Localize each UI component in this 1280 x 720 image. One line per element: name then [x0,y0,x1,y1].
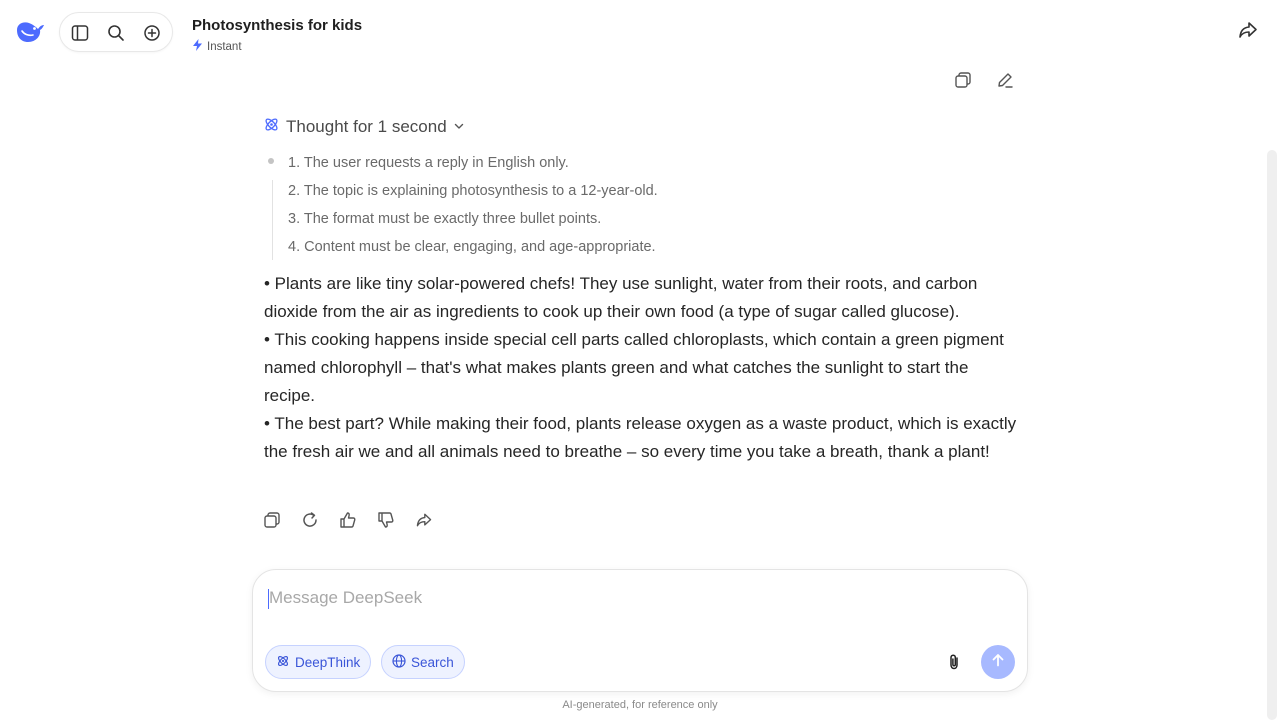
message-composer[interactable]: Message DeepSeek DeepThink Search [252,569,1028,692]
chat-title: Photosynthesis for kids [192,17,363,34]
search-icon[interactable] [105,22,127,44]
answer-bullet: • The best part? While making their food… [264,414,1017,461]
copy-icon[interactable] [261,509,283,531]
disclaimer: AI-generated, for reference only [562,699,718,711]
thought-item: 4. Content must be clear, engaging, and … [288,239,656,255]
mode-label: Instant [207,40,242,53]
user-message-actions [952,69,1016,91]
deepthink-icon [263,116,280,138]
thumbs-down-icon[interactable] [375,509,397,531]
thought-label: Thought for 1 second [286,117,447,136]
attach-icon[interactable] [943,651,965,673]
scrollbar[interactable] [1267,150,1277,720]
thought-rail [272,180,273,260]
message-input[interactable]: Message DeepSeek [269,588,422,608]
thought-item: 3. The format must be exactly three bull… [288,211,602,227]
thumbs-up-icon[interactable] [337,509,359,531]
chevron-down-icon [453,117,465,137]
deepthink-icon [276,654,290,671]
thought-item: 2. The topic is explaining photosynthesi… [288,183,658,199]
send-button[interactable] [981,645,1015,679]
answer-actions [261,509,435,531]
deepthink-button[interactable]: DeepThink [265,645,371,679]
sidebar-toggle-icon[interactable] [69,22,91,44]
share-icon[interactable] [1237,19,1259,41]
answer-bullet: • Plants are like tiny solar-powered che… [264,274,978,321]
lightning-icon [192,39,203,54]
thought-bullet [268,158,274,164]
mode-indicator: Instant [192,39,242,54]
new-chat-icon[interactable] [141,22,163,44]
thought-item: 1. The user requests a reply in English … [288,155,569,171]
globe-icon [392,653,406,671]
arrow-up-icon [990,652,1006,673]
regenerate-icon[interactable] [299,509,321,531]
search-label: Search [411,654,454,670]
edit-icon[interactable] [994,69,1016,91]
deepseek-logo[interactable] [14,18,46,46]
search-button[interactable]: Search [381,645,465,679]
deepthink-label: DeepThink [295,654,361,670]
answer-bullet: • This cooking happens inside special ce… [264,330,1004,405]
copy-icon[interactable] [952,69,974,91]
thought-toggle[interactable]: Thought for 1 second [263,116,465,138]
assistant-answer: • Plants are like tiny solar-powered che… [264,270,1024,466]
share-icon[interactable] [413,509,435,531]
header-toolbar [59,12,173,52]
